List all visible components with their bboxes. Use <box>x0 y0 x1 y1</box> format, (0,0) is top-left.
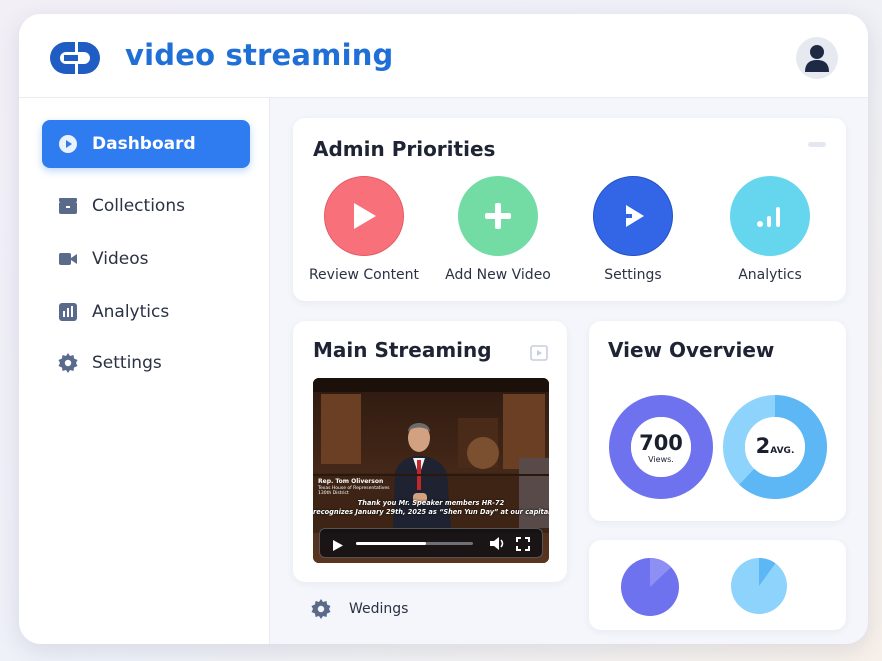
views-unit: Views. <box>648 455 674 464</box>
admin-priorities-title: Admin Priorities <box>313 137 496 161</box>
avg-value: 2 <box>755 434 771 458</box>
priority-label: Analytics <box>738 267 802 283</box>
avatar[interactable] <box>796 37 838 79</box>
mini-pie-avg <box>731 558 787 614</box>
fullscreen-icon[interactable] <box>516 536 530 555</box>
subtitle-line: Thank you Mr. Speaker members HR-72 <box>357 499 505 507</box>
wedings-label: Wedings <box>349 601 409 617</box>
seek-bar[interactable] <box>356 542 473 545</box>
priority-settings-button[interactable]: Settings <box>568 176 698 283</box>
video-controls <box>319 528 543 558</box>
video-camera-icon <box>58 249 78 269</box>
folder-icon <box>58 196 78 216</box>
subtitles: Thank you Mr. Speaker members HR-72 reco… <box>313 499 549 517</box>
app-window: video streaming Dashboard Collections Vi… <box>19 14 868 644</box>
bar-chart-icon <box>58 302 78 322</box>
speaker-district: 130th District <box>318 491 349 496</box>
sidebar-item-label: Analytics <box>92 302 170 322</box>
view-overview-card: View Overview 700 Views. 2AVG. <box>589 321 846 521</box>
video-player[interactable]: Rep. Tom Oliverson Texas House of Repres… <box>313 378 549 563</box>
volume-icon[interactable] <box>489 536 506 555</box>
sidebar-item-analytics[interactable]: Analytics <box>42 288 250 336</box>
priority-analytics-button[interactable]: Analytics <box>705 176 835 283</box>
views-donut: 700 Views. <box>608 394 714 500</box>
sidebar: Dashboard Collections Videos Analytics S… <box>19 98 270 644</box>
lower-third: Rep. Tom Oliverson Texas House of Repres… <box>318 478 390 496</box>
subtitle-line: recognizes January 29th, 2025 as “Shen Y… <box>313 508 549 516</box>
admin-priorities-card: Admin Priorities Review Content Add New … <box>293 118 846 301</box>
sidebar-item-label: Collections <box>92 196 185 216</box>
sidebar-item-videos[interactable]: Videos <box>42 235 250 283</box>
signal-bars-icon <box>730 176 810 256</box>
priority-label: Settings <box>604 267 662 283</box>
sidebar-item-label: Settings <box>92 353 162 373</box>
play-icon <box>593 176 673 256</box>
wedings-item[interactable]: Wedings <box>311 596 408 622</box>
views-value: 700 <box>639 431 683 455</box>
view-overview-title: View Overview <box>608 338 775 362</box>
sidebar-item-label: Videos <box>92 249 149 269</box>
avg-unit: AVG. <box>770 446 795 456</box>
app-logo <box>50 42 100 74</box>
gear-icon <box>58 353 78 373</box>
sidebar-item-dashboard[interactable]: Dashboard <box>42 120 250 168</box>
sidebar-item-settings[interactable]: Settings <box>42 339 250 387</box>
seek-progress <box>356 542 427 545</box>
play-circle-icon <box>58 134 78 154</box>
mini-pie-views <box>621 558 679 616</box>
review-content-button[interactable]: Review Content <box>299 176 429 283</box>
user-icon <box>805 45 829 72</box>
sidebar-item-label: Dashboard <box>92 134 196 154</box>
play-icon <box>324 176 404 256</box>
app-title: video streaming <box>125 38 394 72</box>
main-streaming-title: Main Streaming <box>313 338 492 362</box>
avg-label: 2AVG. <box>722 434 828 458</box>
mini-pies-card <box>589 540 846 630</box>
sidebar-item-collections[interactable]: Collections <box>42 182 250 230</box>
collapse-handle[interactable] <box>808 142 826 147</box>
avg-donut: 2AVG. <box>722 394 828 500</box>
play-icon[interactable] <box>332 537 344 556</box>
speaker-name: Rep. Tom Oliverson <box>318 478 384 485</box>
header: video streaming <box>19 14 868 98</box>
add-new-video-button[interactable]: Add New Video <box>433 176 563 283</box>
gear-icon <box>311 599 331 619</box>
video-frame-icon[interactable] <box>530 345 548 365</box>
plus-icon <box>458 176 538 256</box>
main-streaming-card: Main Streaming Rep. Tom Oliverson Texas … <box>293 321 567 582</box>
priority-label: Review Content <box>308 267 420 283</box>
priority-label: Add New Video <box>445 267 551 283</box>
